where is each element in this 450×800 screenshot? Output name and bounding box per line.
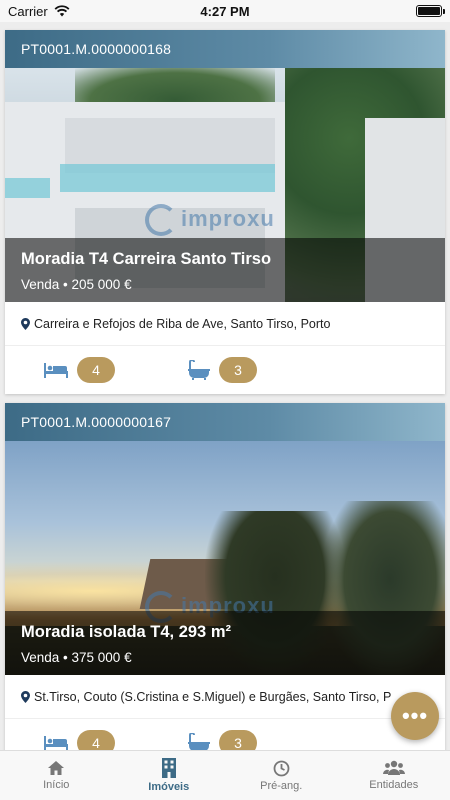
status-left: Carrier (8, 4, 70, 19)
bathrooms-count: 3 (219, 357, 257, 383)
bedrooms-count: 4 (77, 357, 115, 383)
listing-amenities: 4 3 (5, 719, 445, 750)
listing-price: Venda • 375 000 € (21, 650, 132, 665)
home-icon (48, 761, 65, 775)
listing-location: Carreira e Refojos de Riba de Ave, Santo… (5, 302, 445, 346)
tab-entidades[interactable]: Entidades (338, 751, 450, 800)
bathrooms: 3 (187, 730, 257, 750)
bathtub-icon (188, 360, 210, 380)
people-icon (382, 760, 405, 775)
tab-label: Início (43, 779, 70, 791)
listing-title: Moradia isolada T4, 293 m² (21, 623, 231, 641)
listing-reference: PT0001.M.0000000167 (5, 403, 445, 441)
tab-bar: Início Imóveis Pré-ang. Entidades (0, 750, 450, 800)
bed-icon (44, 736, 68, 750)
more-actions-button[interactable]: ••• (391, 692, 439, 740)
bathrooms-count: 3 (219, 730, 257, 750)
tab-label: Entidades (369, 779, 419, 791)
photo-caption: Moradia isolada T4, 293 m² Venda • 375 0… (5, 611, 445, 675)
tab-label: Pré-ang. (260, 779, 303, 792)
listing-photo[interactable]: improxu Moradia isolada T4, 293 m² Venda… (5, 441, 445, 675)
clock-icon (273, 760, 290, 776)
location-pin-icon (21, 690, 30, 703)
tab-label: Imóveis (148, 781, 190, 793)
status-bar: Carrier 4:27 PM (0, 0, 450, 22)
listings-list[interactable]: PT0001.M.0000000168 improxu Moradia T4 C… (0, 22, 450, 750)
photo-caption: Moradia T4 Carreira Santo Tirso Venda • … (5, 238, 445, 302)
battery-level (418, 7, 440, 15)
listing-title: Moradia T4 Carreira Santo Tirso (21, 250, 272, 268)
carrier-label: Carrier (8, 3, 48, 19)
tab-imoveis[interactable]: Imóveis (113, 751, 226, 800)
location-text: St.Tirso, Couto (S.Cristina e S.Miguel) … (34, 689, 392, 704)
bathrooms: 3 (187, 357, 257, 383)
tab-inicio[interactable]: Início (0, 751, 113, 800)
battery-icon (416, 5, 445, 17)
listing-card[interactable]: PT0001.M.0000000168 improxu Moradia T4 C… (5, 30, 445, 394)
listing-card[interactable]: PT0001.M.0000000167 improxu Moradia isol… (5, 403, 445, 750)
listing-price: Venda • 205 000 € (21, 277, 132, 292)
listing-photo[interactable]: improxu Moradia T4 Carreira Santo Tirso … (5, 68, 445, 302)
tab-pre-ang[interactable]: Pré-ang. (225, 751, 338, 800)
building-icon (161, 758, 176, 778)
bathtub-icon (188, 733, 210, 750)
location-text: Carreira e Refojos de Riba de Ave, Santo… (34, 316, 331, 331)
listing-location: St.Tirso, Couto (S.Cristina e S.Miguel) … (5, 675, 445, 719)
more-icon: ••• (401, 703, 429, 728)
wifi-icon (54, 5, 70, 17)
listing-amenities: 4 3 (5, 346, 445, 394)
listing-reference: PT0001.M.0000000168 (5, 30, 445, 68)
bedrooms-count: 4 (77, 730, 115, 750)
bed-icon (44, 363, 68, 378)
bedrooms: 4 (43, 730, 115, 750)
photo-watermark: improxu (145, 204, 275, 236)
watermark-logo-icon (145, 204, 177, 236)
bedrooms: 4 (43, 357, 115, 383)
location-pin-icon (21, 317, 30, 330)
